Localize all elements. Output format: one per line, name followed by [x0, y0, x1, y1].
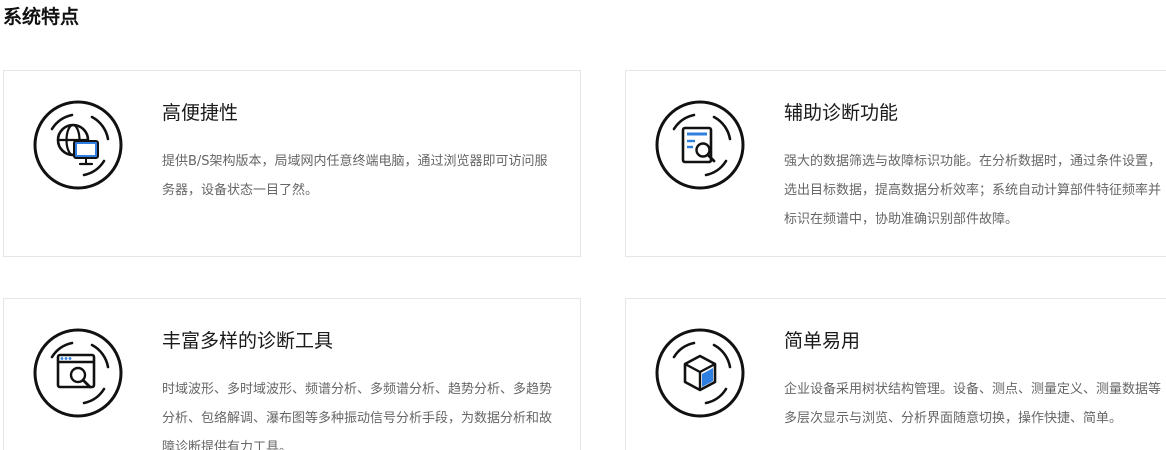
feature-card-ease-of-use: 简单易用 企业设备采用树状结构管理。设备、测点、测量定义、测量数据等多层次显示与… — [625, 298, 1166, 450]
feature-card-convenience: 高便捷性 提供B/S架构版本，局域网内任意终端电脑，通过浏览器即可访问服务器，设… — [3, 70, 581, 257]
feature-card-diagnosis: 辅助诊断功能 强大的数据筛选与故障标识功能。在分析数据时，通过条件设置，选出目标… — [625, 70, 1166, 257]
browser-search-icon — [32, 327, 124, 419]
feature-title: 简单易用 — [784, 330, 861, 352]
globe-monitor-icon — [32, 99, 124, 191]
feature-card-tools: 丰富多样的诊断工具 时域波形、多时域波形、频谱分析、多频谱分析、趋势分析、多趋势… — [3, 298, 581, 450]
feature-description: 提供B/S架构版本，局域网内任意终端电脑，通过浏览器即可访问服务器，设备状态一目… — [162, 154, 548, 198]
feature-title: 丰富多样的诊断工具 — [162, 330, 334, 352]
feature-description: 时域波形、多时域波形、频谱分析、多频谱分析、趋势分析、多趋势分析、包络解调、瀑布… — [162, 382, 553, 450]
document-search-icon — [654, 99, 746, 191]
feature-title: 高便捷性 — [162, 102, 239, 124]
system-features-page: 系统特点 高便捷性 提供B/S架构版本，局域网内任意终端电脑，通过浏览器即可访问… — [0, 0, 1166, 450]
cube-icon — [654, 327, 746, 419]
section-title: 系统特点 — [3, 6, 80, 28]
feature-title: 辅助诊断功能 — [784, 102, 899, 124]
feature-description: 强大的数据筛选与故障标识功能。在分析数据时，通过条件设置，选出目标数据，提高数据… — [784, 154, 1162, 227]
feature-description: 企业设备采用树状结构管理。设备、测点、测量定义、测量数据等多层次显示与浏览、分析… — [784, 382, 1162, 426]
